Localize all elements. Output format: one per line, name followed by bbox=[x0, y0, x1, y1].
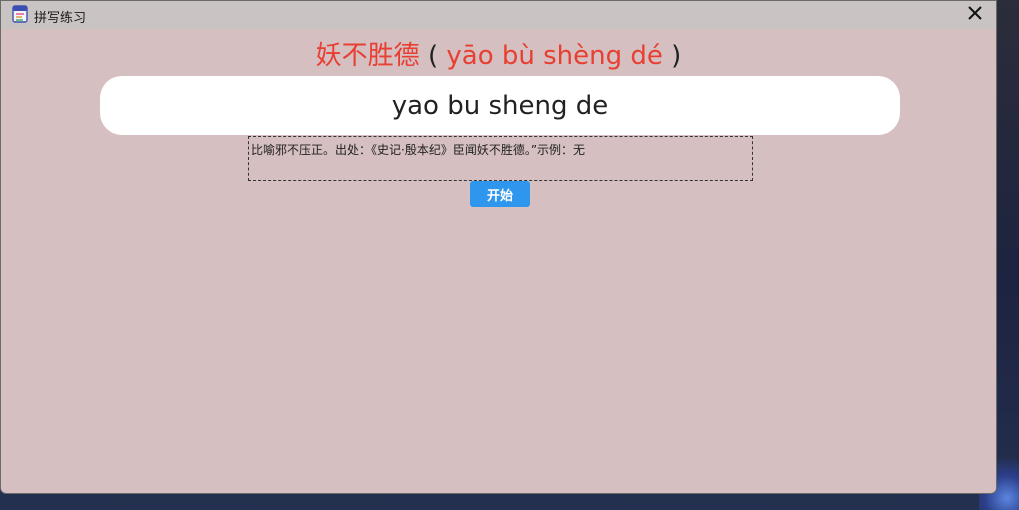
answer-text: yao bu sheng de bbox=[391, 90, 609, 121]
open-paren: ( bbox=[427, 41, 439, 71]
notebook-icon bbox=[11, 5, 29, 23]
window-title: 拼写练习 bbox=[34, 11, 87, 26]
explanation-text: 比喻邪不压正。出处：《史记·殷本纪》臣闻妖不胜德。”示例：无 bbox=[251, 143, 586, 157]
close-button[interactable] bbox=[962, 3, 988, 27]
idiom-pinyin: yāo bù shèng dé bbox=[446, 41, 663, 71]
pinyin-answer-field[interactable]: yao bu sheng de bbox=[100, 76, 900, 135]
idiom-characters: 妖不胜德 bbox=[315, 41, 420, 71]
practice-window: 拼写练习 妖不胜德 ( yāo bù shèng dé ) yao bu she… bbox=[0, 0, 997, 494]
close-icon bbox=[967, 5, 983, 25]
close-paren: ) bbox=[671, 41, 682, 71]
start-button[interactable]: 开始 bbox=[470, 181, 530, 207]
explanation-box: 比喻邪不压正。出处：《史记·殷本纪》臣闻妖不胜德。”示例：无 bbox=[248, 136, 753, 181]
idiom-heading: 妖不胜德 ( yāo bù shèng dé ) bbox=[1, 39, 996, 73]
title-bar[interactable]: 拼写练习 bbox=[1, 1, 996, 29]
